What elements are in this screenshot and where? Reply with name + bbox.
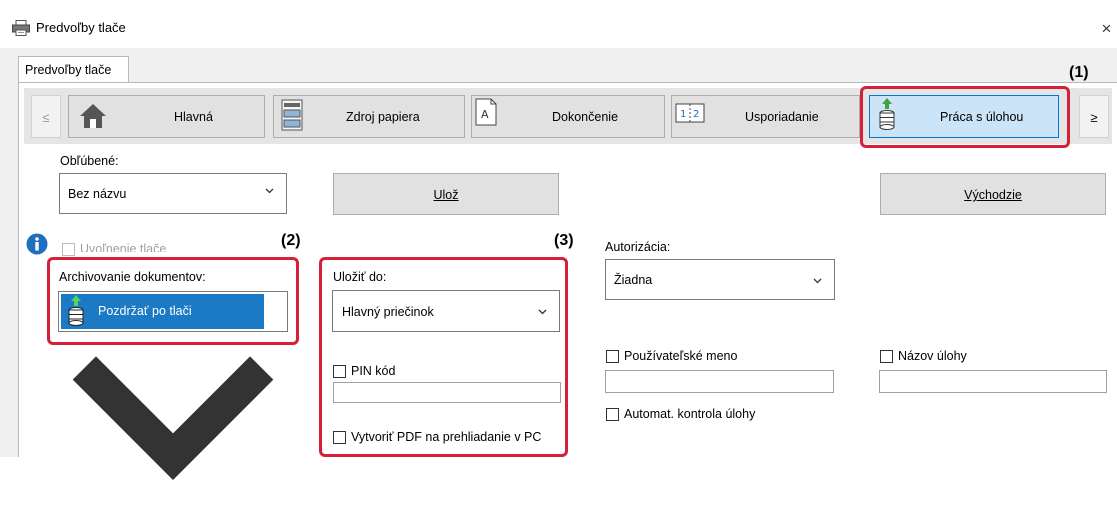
save-to-select[interactable]: Hlavný priečinok [332,290,560,332]
finishing-icon: A [475,98,497,126]
window-title: Predvoľby tlače [36,20,126,35]
release-print-label: Uvoľnenie tlače [80,242,167,252]
callout-2: (2) [281,232,301,249]
release-print-checkbox [62,243,75,256]
nav-next-button[interactable]: ≥ [1079,95,1109,138]
archiving-select[interactable]: Pozdržať po tlači [58,291,288,480]
job-name-label: Názov úlohy [898,349,967,363]
svg-text:1: 1 [680,109,686,120]
home-icon [78,101,108,131]
favorites-label: Obľúbené: [60,154,119,168]
hold-after-print-icon [66,294,86,328]
svg-text:A: A [481,108,489,121]
job-name-checkbox[interactable] [880,350,893,363]
username-label: Používateľské meno [624,349,738,363]
favorites-select[interactable]: Bez názvu [59,173,287,214]
chevron-down-icon [265,188,274,194]
job-name-input[interactable] [879,370,1107,393]
nav-label-finishing: Dokončenie [552,110,619,124]
pin-code-input[interactable] [333,382,561,403]
chevron-down-icon [538,309,547,315]
authorization-select[interactable]: Žiadna [605,259,835,300]
username-checkbox[interactable] [606,350,619,363]
archiving-value: Pozdržať po tlači [98,304,192,318]
auto-job-check-checkbox[interactable] [606,408,619,421]
authorization-label: Autorizácia: [605,240,671,254]
archiving-label: Archivovanie dokumentov: [59,270,206,284]
nav-prev-button[interactable]: ≤ [31,95,61,138]
create-pdf-label: Vytvoriť PDF na prehliadanie v PC [351,430,542,444]
close-button[interactable]: × [1096,18,1117,40]
auto-job-check-label: Automat. kontrola úlohy [624,407,756,421]
save-button[interactable]: Ulož [333,173,559,215]
callout-1: (1) [1069,64,1089,81]
highlight-job-handling [860,86,1070,148]
nav-label-layout: Usporiadanie [745,110,819,124]
chevron-down-icon [813,278,822,284]
create-pdf-checkbox[interactable] [333,431,346,444]
save-button-label: Ulož [433,188,459,202]
svg-text:2: 2 [693,109,699,120]
authorization-value: Žiadna [614,273,653,287]
defaults-button-label: Východzie [964,188,1022,202]
pin-code-label: PIN kód [351,364,396,378]
info-icon [26,233,48,255]
defaults-button[interactable]: Východzie [880,173,1106,215]
callout-3: (3) [554,232,574,249]
save-to-label: Uložiť do: [333,270,387,284]
layout-icon: 1 2 [675,103,705,123]
favorites-value: Bez názvu [68,187,127,201]
nav-label-paper-source: Zdroj papiera [346,110,420,124]
title-bar [0,0,1117,48]
pin-code-checkbox[interactable] [333,365,346,378]
save-to-value: Hlavný priečinok [342,305,434,319]
highlight-save-to [319,257,568,457]
tab-label: Predvoľby tlače [25,63,112,77]
printer-icon [12,20,30,36]
username-input[interactable] [605,370,834,393]
paper-tray-icon [281,99,303,131]
nav-label-main: Hlavná [174,110,213,124]
